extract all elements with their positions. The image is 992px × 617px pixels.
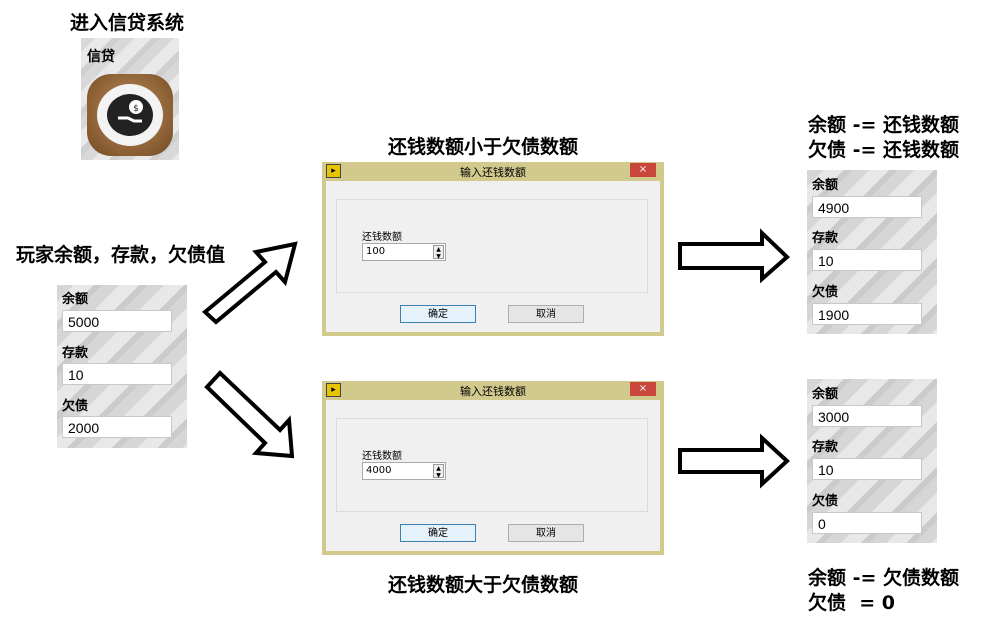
- arrow-down-right-icon: [204, 370, 295, 459]
- arrow-right-bottom-icon: [678, 433, 790, 489]
- flow-arrows: [201, 228, 790, 489]
- arrow-right-top-icon: [678, 228, 790, 284]
- arrow-up-right-icon: [201, 241, 298, 325]
